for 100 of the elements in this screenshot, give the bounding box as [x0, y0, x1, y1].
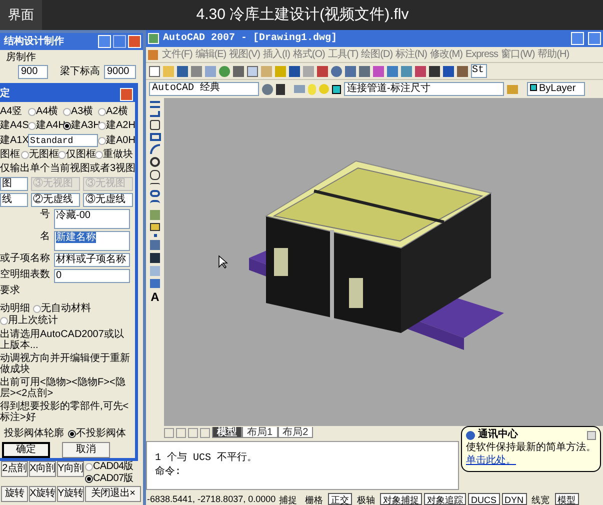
maximize-button[interactable]: [588, 32, 601, 45]
arc-icon[interactable]: [150, 144, 160, 154]
menu-item[interactable]: 帮助(H): [536, 48, 570, 60]
polyline-icon[interactable]: [150, 111, 160, 117]
close-button[interactable]: [587, 430, 596, 440]
balloon-text: 使软件保持最新的简单方法。: [466, 442, 596, 454]
menu-item[interactable]: 窗口(W): [500, 48, 536, 60]
maximize-button[interactable]: [113, 35, 126, 48]
radio-button[interactable]: [21, 151, 29, 159]
next-tab-button[interactable]: [188, 428, 198, 438]
menu-item[interactable]: Express: [464, 48, 500, 60]
radio-button[interactable]: [98, 108, 106, 116]
dialog-title: 定: [0, 88, 10, 100]
radio-button[interactable]: [28, 122, 36, 130]
status-toggle[interactable]: 正交: [328, 492, 352, 504]
minimize-button[interactable]: [571, 32, 584, 45]
option-label: 建A1X: [0, 134, 28, 146]
balloon-link[interactable]: 单击此处。: [466, 455, 596, 467]
menu-item[interactable]: 修改(M): [428, 48, 464, 60]
value-field[interactable]: 900: [18, 65, 48, 79]
radio-button[interactable]: [95, 151, 103, 159]
color-dropdown[interactable]: ByLayer: [527, 82, 585, 96]
option-label: 无自动材料: [41, 303, 91, 314]
status-toggle[interactable]: 捕捉: [276, 492, 300, 504]
radio-button[interactable]: [85, 463, 93, 471]
view-dropdown[interactable]: 线: [0, 193, 28, 207]
first-tab-button[interactable]: [164, 428, 174, 438]
view-dropdown[interactable]: ②无虚线: [30, 193, 80, 207]
note-text: 出请选用AutoCAD2007或以上版本...: [0, 329, 125, 351]
status-toggle[interactable]: 对象捕捉: [380, 492, 422, 504]
workspace-dropdown[interactable]: AutoCAD 经典: [149, 82, 259, 96]
radio-button[interactable]: [33, 305, 41, 313]
tool-button[interactable]: X向剖: [29, 461, 56, 477]
note-text: 得到想要投影的零部件,可先<标注>好: [0, 401, 130, 423]
tool-button[interactable]: 旋转: [1, 486, 28, 502]
ok-button[interactable]: 确定: [2, 442, 50, 458]
cancel-button[interactable]: 取消: [62, 442, 110, 458]
menu-item[interactable]: 工具(T): [326, 48, 360, 60]
view-dropdown[interactable]: ③无虚线: [83, 193, 134, 207]
layer-dropdown[interactable]: 连接管道-标注尺寸: [344, 82, 504, 96]
layout-tab[interactable]: 布局1: [242, 427, 278, 438]
section-label: 要求: [0, 285, 21, 297]
app-title: AutoCAD 2007 - [Drawing1.dwg]: [163, 32, 338, 44]
radio-button[interactable]: [68, 430, 76, 438]
radio-button[interactable]: [63, 108, 71, 116]
radio-button[interactable]: [0, 317, 8, 325]
field-label: 名: [39, 231, 51, 243]
status-toggle[interactable]: DUCS: [468, 492, 500, 504]
text-field[interactable]: 材料或子项名称: [54, 253, 130, 267]
tool-button[interactable]: X旋转: [29, 486, 56, 502]
previous-tab-button[interactable]: [176, 428, 186, 438]
menu-item[interactable]: 格式(O): [292, 48, 326, 60]
coordinates-readout: -6838.5441, -2718.8037, 0.0000: [146, 492, 274, 504]
layout-tab[interactable]: 布局2: [278, 427, 314, 438]
cursor-icon: [218, 255, 228, 269]
status-toggle[interactable]: 极轴: [354, 492, 378, 504]
option-label: 仅图框: [66, 149, 96, 161]
command-line: 1 个与 UCS 不平行。: [155, 452, 258, 464]
tool-button[interactable]: Y旋转: [57, 486, 84, 502]
menu-item[interactable]: 视图(V): [228, 48, 261, 60]
status-toggle[interactable]: 栅格: [302, 492, 326, 504]
field-label: 空明细表数: [0, 269, 51, 281]
radio-button[interactable]: [28, 108, 36, 116]
option-label: 建A0H: [106, 134, 136, 146]
radio-button[interactable]: [98, 136, 106, 144]
option-label: 建A2H: [106, 120, 136, 132]
status-toggle[interactable]: 对象追踪: [424, 492, 466, 504]
menu-item[interactable]: 插入(I): [262, 48, 291, 60]
drawing-canvas[interactable]: [164, 98, 603, 426]
field-label: 或子项名称: [0, 253, 51, 265]
view-dropdown[interactable]: 图: [0, 177, 28, 191]
menu-item[interactable]: 文件(F): [161, 48, 194, 60]
menu-item[interactable]: 标注(N): [394, 48, 428, 60]
text-field[interactable]: 新建名称: [54, 231, 130, 251]
status-toggle[interactable]: 模型: [554, 492, 579, 504]
text-field[interactable]: 0: [54, 269, 130, 283]
text-tool[interactable]: A: [150, 291, 160, 303]
text-field[interactable]: 冷藏-00: [54, 209, 130, 229]
point-icon[interactable]: [154, 234, 156, 237]
menu-item[interactable]: 绘图(D): [360, 48, 394, 60]
radio-button[interactable]: [58, 151, 66, 159]
tool-button[interactable]: 关闭退出×: [85, 486, 141, 502]
radio-button[interactable]: [98, 122, 106, 130]
option-label: CAD07版: [93, 473, 134, 485]
status-toggle[interactable]: 线宽: [528, 492, 553, 504]
status-toggle[interactable]: DYN: [502, 492, 527, 504]
option-label: 建A4S: [0, 120, 28, 132]
tool-button[interactable]: 2点剖: [1, 461, 28, 477]
value-field[interactable]: 9000: [104, 65, 136, 79]
style-dropdown[interactable]: Standard: [28, 134, 98, 147]
option-label: 图框: [0, 149, 21, 161]
radio-button[interactable]: [85, 475, 93, 483]
last-tab-button[interactable]: [200, 428, 210, 438]
text-style-dropdown[interactable]: St: [471, 64, 487, 78]
layout-tab[interactable]: 模型: [212, 427, 242, 438]
tool-button[interactable]: Y向剖: [57, 461, 84, 477]
menu-item[interactable]: 编辑(E): [194, 48, 228, 60]
minimize-button[interactable]: [98, 35, 111, 48]
rectangle-icon[interactable]: [150, 133, 160, 141]
player-tab[interactable]: 界面: [0, 0, 42, 30]
